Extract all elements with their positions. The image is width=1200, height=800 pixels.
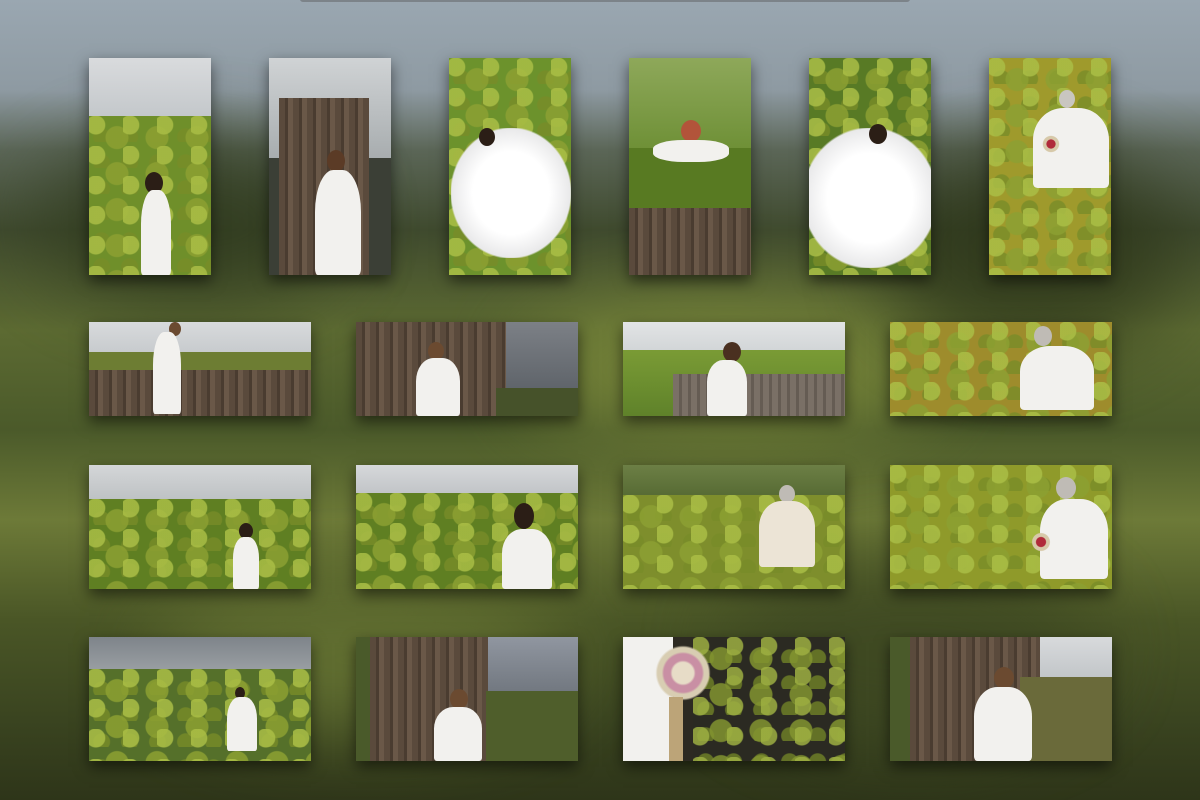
photo-older-bride-with-bouquet-on-moss[interactable] xyxy=(890,465,1112,589)
photo-bride-lying-on-moss[interactable] xyxy=(449,58,571,275)
photo-older-bride-seated-in-forest-moss[interactable] xyxy=(623,465,845,589)
photo-bride-resting-on-grass-roof[interactable] xyxy=(623,322,845,416)
gallery-backdrop xyxy=(0,0,1200,800)
photo-bride-walking-lava-field[interactable] xyxy=(89,637,311,761)
photo-older-bride-seated-on-moss-with-bouquet[interactable] xyxy=(989,58,1111,275)
photo-bride-lying-on-moss-spread-dress[interactable] xyxy=(809,58,931,275)
photo-bride-seated-on-cabin-roof[interactable] xyxy=(89,322,311,416)
photo-dried-flower-bouquet-closeup[interactable] xyxy=(623,637,845,761)
photo-bride-by-cabin-stormy-sky[interactable] xyxy=(356,322,578,416)
photo-bride-at-wooden-cabin-door[interactable] xyxy=(269,58,391,275)
photo-bride-standing-in-moss-field-fog[interactable] xyxy=(89,465,311,589)
photo-bride-back-view-cabin-mountains[interactable] xyxy=(356,637,578,761)
photo-bride-in-moss-field-back-view[interactable] xyxy=(89,58,211,275)
top-edge-bar xyxy=(300,0,910,2)
photo-bride-looking-over-moss-field[interactable] xyxy=(356,465,578,589)
photo-bride-on-turf-roof-cabin[interactable] xyxy=(629,58,751,275)
photo-older-bride-seated-in-moss[interactable] xyxy=(890,322,1112,416)
photo-bride-at-cabin-door-back-view[interactable] xyxy=(890,637,1112,761)
bouquet-stems xyxy=(669,697,683,761)
